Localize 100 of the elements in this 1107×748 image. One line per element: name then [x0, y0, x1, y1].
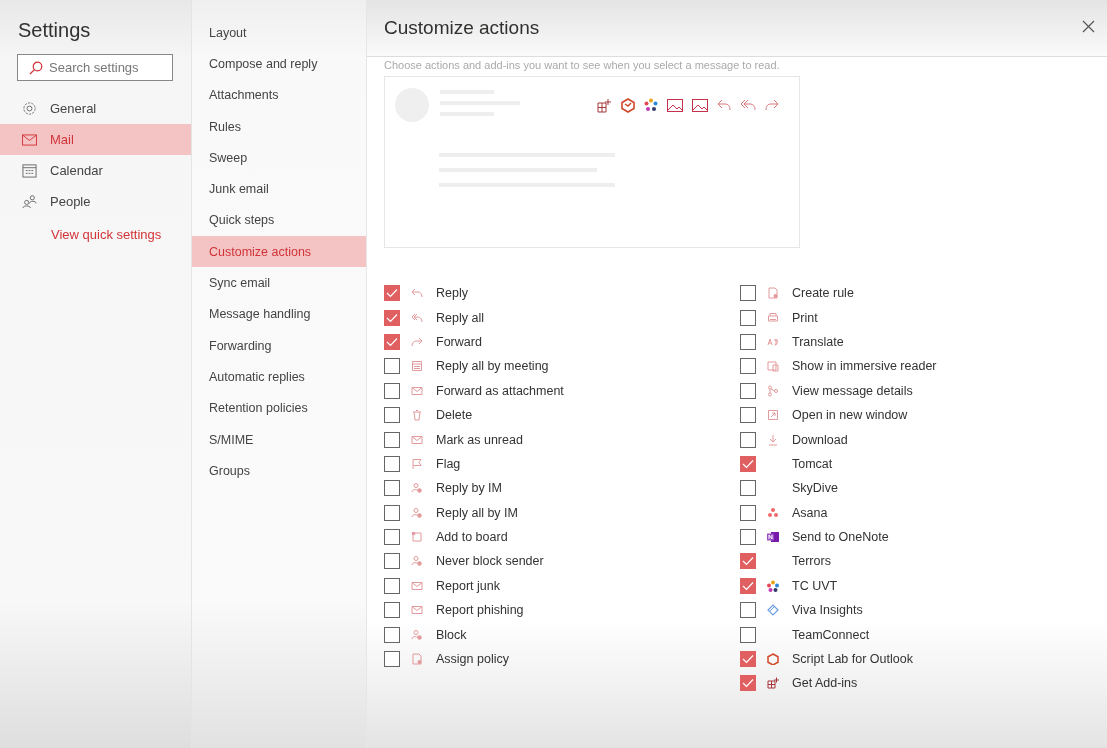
- action-label: Terrors: [792, 554, 831, 569]
- forward-icon: [765, 99, 779, 111]
- checkbox[interactable]: [740, 626, 756, 643]
- checkbox[interactable]: [740, 602, 756, 619]
- checkbox[interactable]: [740, 431, 756, 448]
- checkbox[interactable]: [384, 455, 400, 472]
- action-label: Mark as unread: [436, 432, 523, 447]
- reply-all-icon: [740, 99, 756, 111]
- image-icon: [692, 98, 708, 112]
- action-label: TC UVT: [792, 578, 838, 593]
- checkbox[interactable]: [384, 577, 400, 594]
- checkbox[interactable]: [740, 675, 756, 692]
- subnav-item[interactable]: S/MIME: [192, 423, 366, 456]
- hexagon-icon: [621, 97, 635, 113]
- action-label: Print: [792, 310, 818, 325]
- action-label: Report junk: [436, 578, 500, 593]
- add-ins-icon: [597, 97, 612, 113]
- image-icon: [667, 98, 683, 112]
- subnav-item[interactable]: Layout: [192, 17, 366, 49]
- action-label: Reply: [436, 286, 468, 301]
- close-icon[interactable]: [1082, 19, 1095, 33]
- checkbox[interactable]: [384, 309, 400, 326]
- flower-icon: [644, 98, 658, 112]
- checkbox[interactable]: [740, 333, 756, 350]
- checkbox[interactable]: [740, 455, 756, 472]
- action-label: Reply by IM: [436, 481, 502, 496]
- panel-title: Customize actions: [384, 17, 540, 39]
- action-label: SkyDive: [792, 481, 838, 496]
- action-label: Download: [792, 432, 848, 447]
- nav-item[interactable]: General: [0, 93, 191, 124]
- nav-item[interactable]: People: [0, 186, 191, 217]
- checkbox[interactable]: [384, 480, 400, 497]
- gear-icon: [22, 101, 37, 116]
- action-label: Forward: [436, 334, 482, 349]
- action-label: Show in immersive reader: [792, 359, 937, 374]
- checkbox[interactable]: [384, 602, 400, 619]
- checkbox[interactable]: [384, 651, 400, 668]
- checkbox[interactable]: [384, 553, 400, 570]
- action-label: Block: [436, 627, 467, 642]
- nav-item[interactable]: Calendar: [0, 155, 191, 186]
- checkbox[interactable]: [740, 309, 756, 326]
- action-label: Viva Insights: [792, 603, 863, 618]
- action-label: Forward as attachment: [436, 383, 564, 398]
- checkbox[interactable]: [384, 285, 400, 302]
- subnav-item[interactable]: Groups: [192, 455, 366, 487]
- subnav-item[interactable]: Sync email: [192, 267, 366, 299]
- action-label: Open in new window: [792, 408, 908, 423]
- action-label: Report phishing: [436, 603, 524, 618]
- settings-title: Settings: [17, 18, 92, 43]
- subnav-item[interactable]: Compose and reply: [192, 48, 366, 80]
- action-label: Asana: [792, 505, 828, 520]
- action-label: Translate: [792, 334, 844, 349]
- action-label: Reply all by meeting: [436, 359, 549, 374]
- checkbox[interactable]: [740, 504, 756, 521]
- action-label: Create rule: [792, 286, 854, 301]
- action-label: Add to board: [436, 530, 508, 545]
- action-label: Assign policy: [436, 652, 509, 667]
- subnav-item[interactable]: Quick steps: [192, 204, 366, 237]
- checkbox[interactable]: [384, 358, 400, 375]
- subnav-item[interactable]: Rules: [192, 110, 366, 143]
- checkbox[interactable]: [740, 382, 756, 399]
- action-label: Reply all by IM: [436, 505, 518, 520]
- action-label: Script Lab for Outlook: [792, 652, 913, 667]
- calendar-icon: [22, 163, 37, 178]
- checkbox[interactable]: [384, 333, 400, 350]
- action-label: Delete: [436, 408, 473, 423]
- panel-description: Choose actions and add-ins you want to see when you select a message to read.: [384, 59, 781, 73]
- action-label: Get Add-ins: [792, 676, 858, 691]
- checkbox[interactable]: [384, 431, 400, 448]
- action-label: View message details: [792, 383, 913, 398]
- checkbox[interactable]: [384, 626, 400, 643]
- subnav-item[interactable]: Retention policies: [192, 392, 366, 424]
- search-field[interactable]: Search settings: [17, 54, 173, 81]
- checkbox[interactable]: [740, 529, 756, 546]
- subnav-item[interactable]: Junk email: [192, 173, 366, 205]
- subnav-item[interactable]: Forwarding: [192, 329, 366, 362]
- action-label: Send to OneNote: [792, 530, 889, 545]
- action-label: Flag: [436, 456, 461, 471]
- subnav-item[interactable]: Message handling: [192, 298, 366, 330]
- subnav-item[interactable]: Attachments: [192, 79, 366, 111]
- checkbox[interactable]: [740, 553, 756, 570]
- checkbox[interactable]: [740, 285, 756, 302]
- subnav-item[interactable]: Automatic replies: [192, 361, 366, 393]
- checkbox[interactable]: [740, 407, 756, 424]
- checkbox[interactable]: [740, 651, 756, 668]
- action-label: Never block sender: [436, 554, 544, 569]
- people-icon: [22, 194, 37, 209]
- checkbox[interactable]: [384, 529, 400, 546]
- reply-icon: [717, 99, 731, 111]
- checkbox[interactable]: [384, 407, 400, 424]
- action-label: Tomcat: [792, 456, 833, 471]
- checkbox[interactable]: [384, 382, 400, 399]
- checkbox[interactable]: [384, 504, 400, 521]
- action-label: Reply all: [436, 310, 484, 325]
- quick-settings-link[interactable]: View quick settings: [51, 227, 191, 242]
- action-label: TeamConnect: [792, 627, 870, 642]
- subnav-item[interactable]: Sweep: [192, 142, 366, 174]
- checkbox[interactable]: [740, 358, 756, 375]
- checkbox[interactable]: [740, 577, 756, 594]
- checkbox[interactable]: [740, 480, 756, 497]
